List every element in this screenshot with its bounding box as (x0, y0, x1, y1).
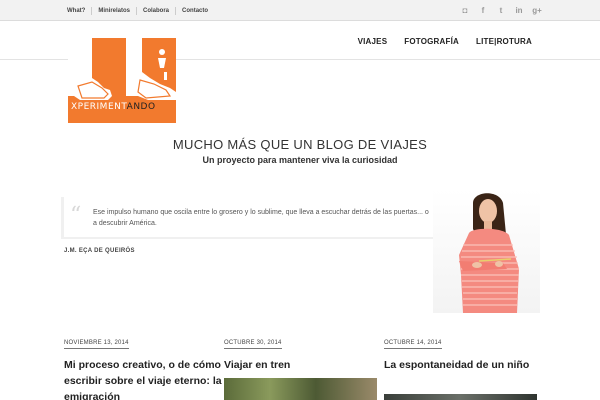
quote-box: “ Ese impulso humano que oscila entre lo… (61, 197, 433, 239)
quote-mark-icon: “ (70, 203, 82, 228)
linkedin-icon[interactable]: in (514, 5, 524, 15)
top-bar: What? Minirelatos Colabora Contacto ◘ f … (0, 0, 600, 21)
topnav-minirelatos[interactable]: Minirelatos (91, 6, 136, 15)
portrait-illustration (459, 193, 519, 313)
site-logo[interactable]: XPERIMENTANDO (68, 38, 176, 123)
nav-literotura[interactable]: LITE|ROTURA (476, 37, 532, 46)
logo-text-light: XPERIMENT (71, 102, 127, 112)
nav-fotografia[interactable]: FOTOGRAFÍA (404, 37, 459, 46)
social-links: ◘ f t in g+ (460, 5, 542, 15)
twitter-icon[interactable]: t (496, 5, 506, 15)
post-card[interactable]: OCTUBRE 14, 2014 La espontaneidad de un … (384, 331, 544, 373)
post-date: NOVIEMBRE 13, 2014 (64, 340, 129, 349)
facebook-icon[interactable]: f (478, 5, 488, 15)
post-date: OCTUBRE 14, 2014 (384, 340, 442, 349)
author-portrait (433, 189, 540, 313)
post-thumbnail[interactable] (224, 378, 377, 400)
post-card[interactable]: NOVIEMBRE 13, 2014 Mi proceso creativo, … (64, 331, 224, 400)
topnav-contacto[interactable]: Contacto (175, 6, 214, 15)
quote-author: J.M. EÇA DE QUEIRÓS (64, 248, 135, 254)
post-date: OCTUBRE 30, 2014 (224, 340, 282, 349)
logo-text-dark: ANDO (126, 102, 156, 112)
topnav-what[interactable]: What? (61, 7, 91, 15)
hero-title: MUCHO MÁS QUE UN BLOG DE VIAJES (172, 137, 428, 152)
quote-text: Ese impulso humano que oscila entre lo g… (93, 209, 429, 227)
logo-wordmark: XPERIMENTANDO (71, 102, 156, 112)
hero-subtitle: Un proyecto para mantener viva la curios… (202, 155, 398, 165)
post-thumbnail[interactable] (384, 394, 537, 400)
post-title[interactable]: Mi proceso creativo, o de cómo escribir … (64, 357, 224, 400)
post-card[interactable]: OCTUBRE 30, 2014 Viajar en tren (224, 331, 384, 373)
instagram-icon[interactable]: ◘ (460, 5, 470, 15)
post-title[interactable]: Viajar en tren (224, 357, 384, 373)
topnav-colabora[interactable]: Colabora (136, 6, 175, 15)
main-nav: VIAJES FOTOGRAFÍA LITE|ROTURA (358, 37, 532, 46)
post-title[interactable]: La espontaneidad de un niño (384, 357, 544, 373)
googleplus-icon[interactable]: g+ (532, 5, 542, 15)
top-nav: What? Minirelatos Colabora Contacto (61, 0, 214, 21)
nav-viajes[interactable]: VIAJES (358, 37, 388, 46)
